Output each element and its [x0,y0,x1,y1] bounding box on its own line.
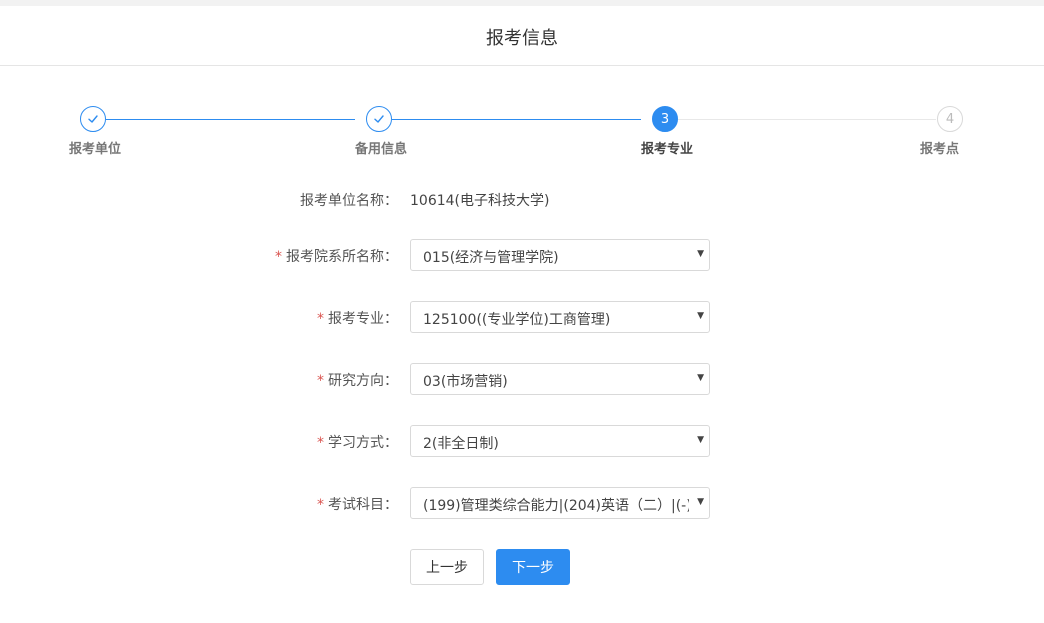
unit-value: 10614(电子科技大学) [410,193,550,209]
required-mark: * [317,497,324,513]
department-row: * 报考院系所名称： 015(经济与管理学院) ▼ [0,239,1044,271]
department-select[interactable]: 015(经济与管理学院) ▼ [410,239,710,271]
department-label: 报考院系所名称： [286,249,398,265]
required-mark: * [275,249,282,265]
dropdown-caret-icon: ▼ [697,373,704,383]
step-connector-3 [678,119,936,120]
step-4-label: 报考点 [920,142,960,157]
dropdown-caret-icon: ▼ [697,435,704,445]
exam-subjects-select[interactable]: (199)管理类综合能力|(204)英语（二）|(-)无|(-)无 ▼ [410,487,710,519]
step-3-label: 报考专业 [641,142,694,157]
step-connector-2 [392,119,641,120]
step-2-label: 备用信息 [355,142,408,157]
step-progress: 报考单位 备用信息 3 报考专业 4 报考点 [0,104,1044,164]
department-selected-value: 015(经济与管理学院) [423,250,559,266]
direction-select[interactable]: 03(市场营销) ▼ [410,363,710,395]
exam-subjects-selected-value: (199)管理类综合能力|(204)英语（二）|(-)无|(-)无 [423,498,689,514]
study-mode-select[interactable]: 2(非全日制) ▼ [410,425,710,457]
direction-selected-value: 03(市场营销) [423,374,508,390]
study-mode-selected-value: 2(非全日制) [423,436,499,452]
page-title: 报考信息 [486,28,558,49]
exam-subjects-label: 考试科目： [328,497,398,513]
required-mark: * [317,311,324,327]
exam-subjects-label-wrap: * 考试科目： [317,494,398,514]
step-2-check-icon [366,106,392,132]
study-mode-label: 学习方式： [328,435,398,451]
required-mark: * [317,373,324,389]
dropdown-caret-icon: ▼ [697,311,704,321]
previous-step-button[interactable]: 上一步 [410,549,484,585]
unit-row: 报考单位名称： 10614(电子科技大学) [0,183,1044,215]
page-header: 报考信息 [0,6,1044,66]
step-1-label: 报考单位 [69,142,122,157]
major-label-wrap: * 报考专业： [317,308,398,328]
dropdown-caret-icon: ▼ [697,497,704,507]
direction-label-wrap: * 研究方向： [317,370,398,390]
step-1-check-icon [80,106,106,132]
unit-label: 报考单位名称： [300,193,398,209]
department-label-wrap: * 报考院系所名称： [275,246,398,266]
direction-label: 研究方向： [328,373,398,389]
major-label: 报考专业： [328,311,398,327]
step-4-number: 4 [937,106,963,132]
required-mark: * [317,435,324,451]
study-mode-label-wrap: * 学习方式： [317,432,398,452]
study-mode-row: * 学习方式： 2(非全日制) ▼ [0,425,1044,457]
step-connector-1 [106,119,355,120]
major-selected-value: 125100((专业学位)工商管理) [423,312,611,328]
direction-row: * 研究方向： 03(市场营销) ▼ [0,363,1044,395]
major-select[interactable]: 125100((专业学位)工商管理) ▼ [410,301,710,333]
next-step-button[interactable]: 下一步 [496,549,570,585]
exam-subjects-row: *考试科目： (199)管理类综合能力|(204)英语（二）|(-)无|(-)无… [0,487,1044,519]
dropdown-caret-icon: ▼ [697,249,704,259]
step-3-number: 3 [652,106,678,132]
major-row: * 报考专业： 125100((专业学位)工商管理) ▼ [0,301,1044,333]
